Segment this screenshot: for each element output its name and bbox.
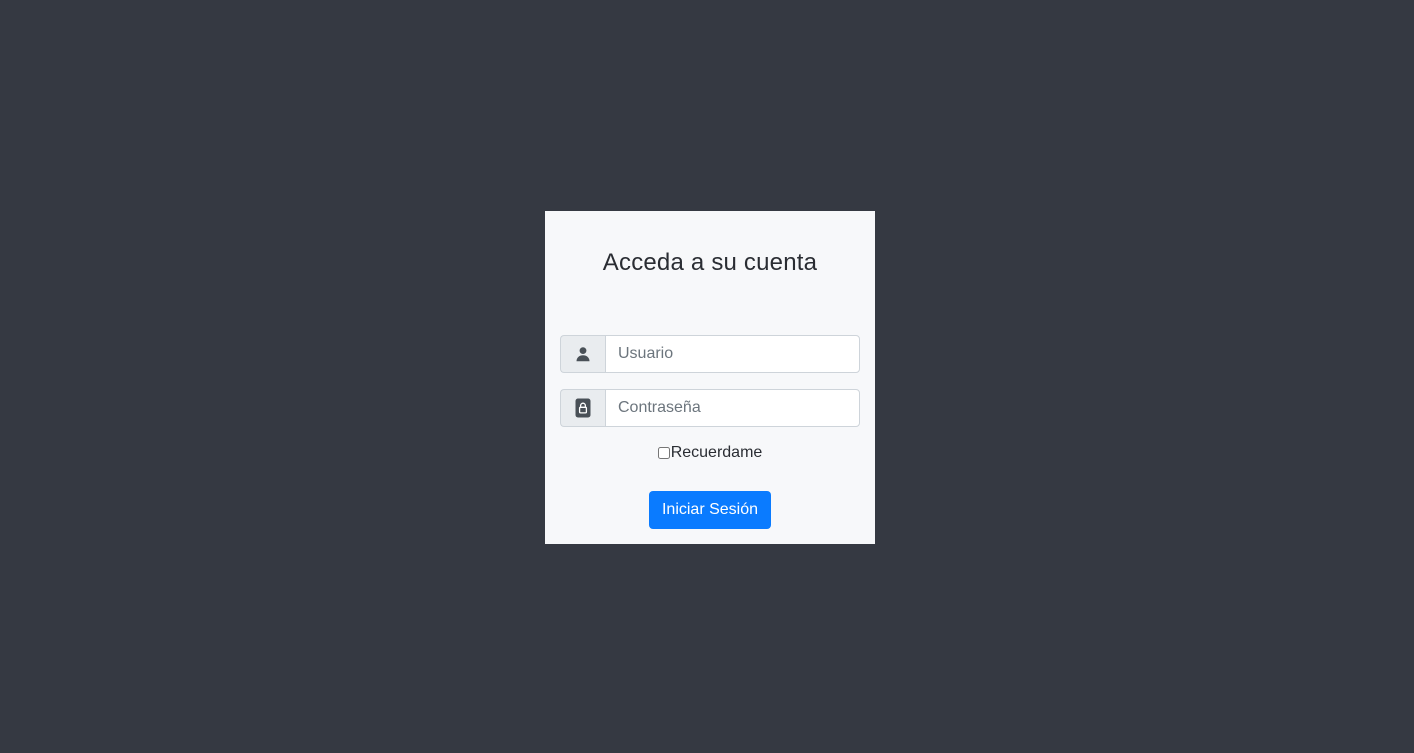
lock-icon — [575, 398, 591, 418]
login-title: Acceda a su cuenta — [602, 249, 818, 276]
username-input[interactable] — [605, 335, 860, 373]
remember-me[interactable]: Recuerdame — [545, 444, 875, 462]
username-group — [560, 335, 860, 373]
password-group — [560, 389, 860, 427]
remember-checkbox[interactable] — [657, 447, 670, 459]
user-icon — [576, 347, 590, 362]
password-addon — [560, 389, 605, 427]
login-button[interactable]: Iniciar Sesión — [649, 491, 771, 529]
login-card: Acceda a su cuenta Recuerdame Iniciar Se… — [545, 211, 875, 544]
password-input[interactable] — [605, 389, 860, 427]
username-addon — [560, 335, 605, 373]
remember-label: Recuerdame — [670, 444, 763, 461]
